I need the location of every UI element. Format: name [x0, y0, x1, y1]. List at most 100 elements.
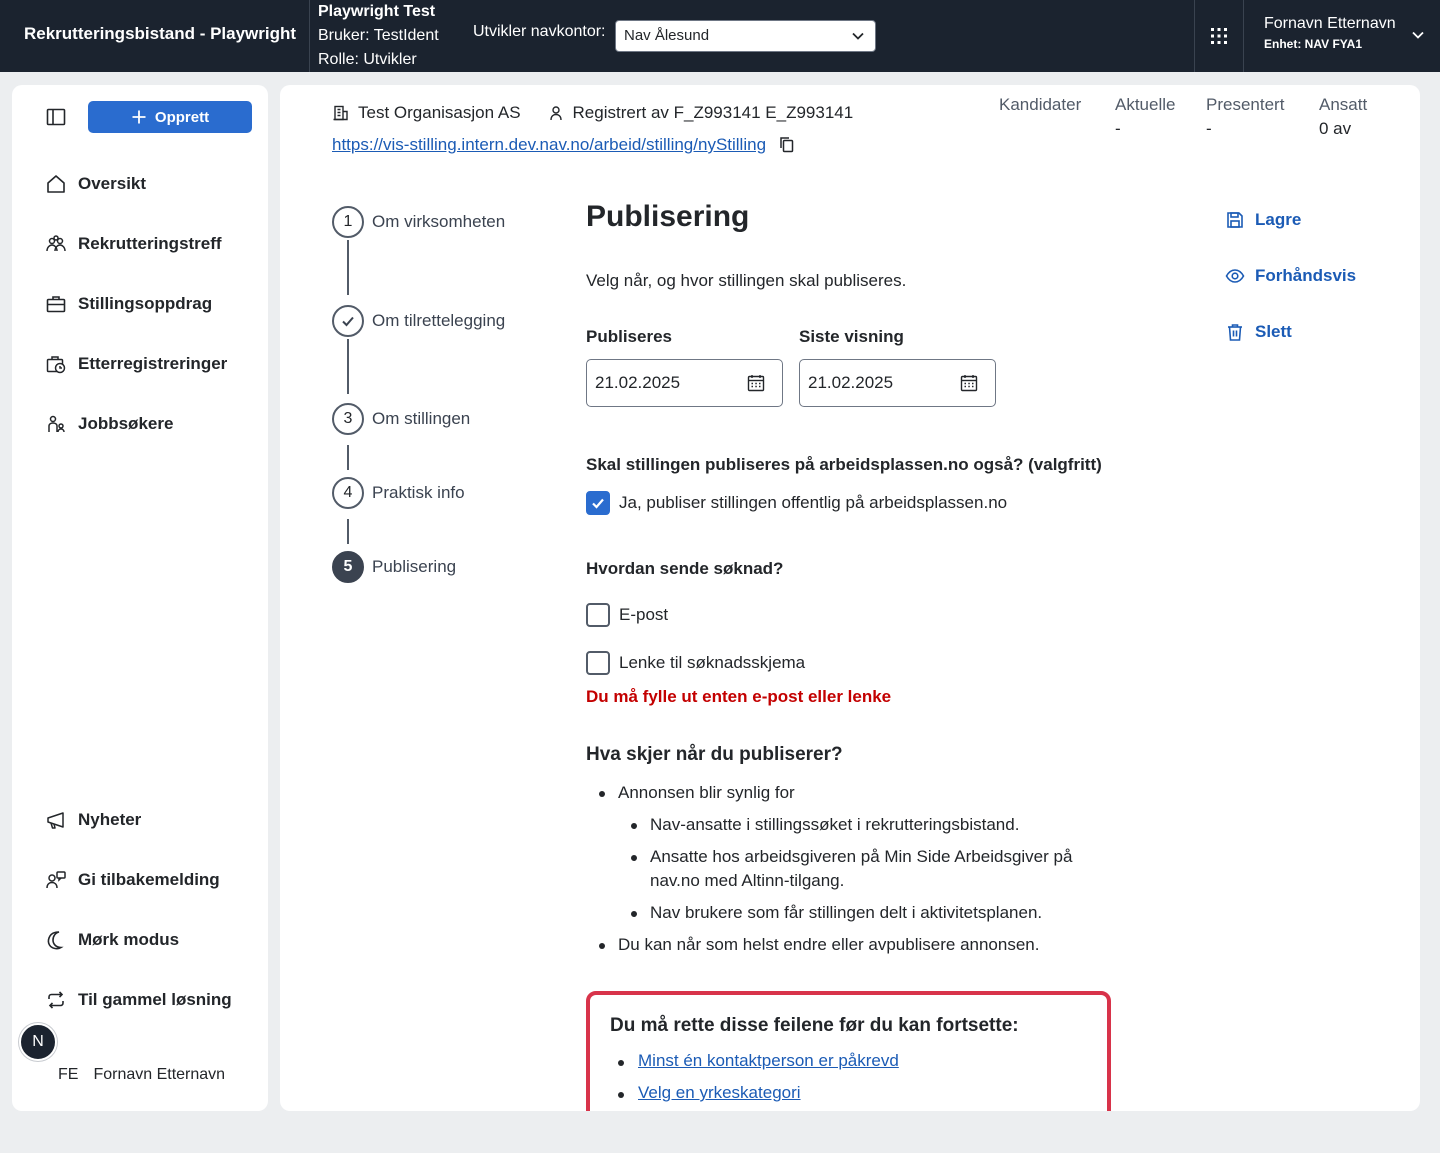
stat-label: Aktuelle	[1115, 95, 1176, 114]
sidebar-user[interactable]: FE Fornavn Etternavn	[58, 1066, 225, 1084]
dev-title: Playwright Test	[318, 3, 436, 20]
sidebar-item-mork-modus[interactable]: Mørk modus	[44, 926, 179, 954]
stat-presentert: Presentert -	[1206, 95, 1284, 139]
apply-email-row[interactable]: E-post	[586, 603, 668, 627]
sidebar-item-rekrutteringstreff[interactable]: Rekrutteringstreff	[44, 230, 222, 258]
sidebar-item-label: Mørk modus	[78, 930, 180, 949]
stilling-meta: Test Organisasjon AS Registrert av F_Z99…	[332, 103, 853, 123]
dev-info: Playwright Test Bruker: TestIdent Rolle:…	[318, 0, 439, 72]
step-publisering[interactable]: 5 Publisering	[332, 551, 456, 583]
sidebar-item-stillingsoppdrag[interactable]: Stillingsoppdrag	[44, 290, 212, 318]
apps-menu-icon[interactable]	[1205, 22, 1233, 50]
sidebar-item-label: Til gammel løsning	[78, 990, 232, 1009]
sidebar-user-name: Fornavn Etternavn	[93, 1066, 226, 1083]
building-icon	[332, 104, 350, 122]
stepper-connector	[347, 240, 349, 295]
step-om-tilrettelegging[interactable]: Om tilrettelegging	[332, 305, 505, 337]
dev-role: Rolle: Utvikler	[318, 51, 417, 68]
sidebar-item-label: Gi tilbakemelding	[78, 870, 220, 889]
stat-kandidater: Kandidater	[999, 95, 1081, 119]
step-label: Om virksomheten	[372, 212, 506, 231]
last-date-value: 21.02.2025	[808, 373, 894, 392]
save-label: Lagre	[1255, 210, 1302, 229]
avatar: FE	[58, 1066, 79, 1083]
sidebar-item-gammel-losning[interactable]: Til gammel løsning	[44, 986, 232, 1014]
public-checkbox-label: Ja, publiser stillingen offentlig på arb…	[619, 493, 1008, 512]
stat-label: Presentert	[1206, 95, 1285, 114]
last-date-label: Siste visning	[799, 327, 904, 346]
step-number: 4	[332, 477, 364, 509]
delete-label: Slett	[1255, 322, 1292, 341]
person-icon	[44, 412, 68, 436]
list-item: Minst én kontaktperson er påkrevd	[610, 1051, 899, 1071]
public-question: Skal stillingen publiseres på arbeidspla…	[586, 455, 1102, 474]
step-label: Publisering	[372, 557, 457, 576]
calendar-icon[interactable]	[746, 373, 766, 393]
eye-icon	[1225, 266, 1245, 286]
create-button[interactable]: Opprett	[88, 101, 252, 133]
user-unit: Enhet: NAV FYA1	[1264, 37, 1363, 51]
error-link[interactable]: Velg en yrkeskategori	[638, 1083, 801, 1102]
user-menu[interactable]: Fornavn Etternavn Enhet: NAV FYA1	[1264, 15, 1396, 51]
stat-label: Ansatt	[1319, 95, 1368, 114]
briefcase-icon	[44, 292, 68, 316]
step-praktisk-info[interactable]: 4 Praktisk info	[332, 477, 465, 509]
megaphone-icon	[44, 808, 68, 832]
info-list: Annonsen blir synlig for Nav-ansatte i s…	[586, 781, 1086, 965]
sidebar-item-jobbsokere[interactable]: Jobbsøkere	[44, 410, 173, 438]
apply-link-row[interactable]: Lenke til søknadsskjema	[586, 651, 805, 675]
sidebar-item-tilbakemelding[interactable]: Gi tilbakemelding	[44, 866, 220, 894]
dev-user: Bruker: TestIdent	[318, 27, 439, 44]
public-checkbox[interactable]	[586, 491, 610, 515]
sidebar-item-etterregistreringer[interactable]: Etterregistreringer	[44, 350, 227, 378]
step-number: 1	[332, 206, 364, 238]
stat-label: Kandidater	[999, 95, 1082, 114]
page-title: Publisering	[586, 200, 750, 233]
stat-value: -	[1206, 119, 1212, 138]
organization-name: Test Organisasjon AS	[358, 103, 521, 122]
people-icon	[44, 232, 68, 256]
sidebar-toggle-icon[interactable]	[44, 105, 68, 129]
stat-value: -	[1115, 119, 1121, 138]
step-om-stillingen[interactable]: 3 Om stillingen	[332, 403, 470, 435]
plus-icon	[131, 109, 147, 125]
last-date-input[interactable]: 21.02.2025	[799, 359, 996, 407]
chevron-down-icon[interactable]	[1411, 28, 1425, 42]
save-button[interactable]: Lagre	[1225, 210, 1301, 230]
sidebar-item-label: Etterregistreringer	[78, 354, 228, 373]
briefcase-clock-icon	[44, 352, 68, 376]
preview-button[interactable]: Forhåndsvis	[1225, 266, 1356, 286]
person-icon	[547, 104, 565, 122]
sidebar-item-nyheter[interactable]: Nyheter	[44, 806, 141, 834]
floppy-disk-icon	[1225, 210, 1245, 230]
notification-badge[interactable]: N	[19, 1023, 57, 1061]
publish-date-input[interactable]: 21.02.2025	[586, 359, 783, 407]
list-item-text: Annonsen blir synlig for	[618, 783, 795, 802]
apply-email-checkbox[interactable]	[586, 603, 610, 627]
delete-button[interactable]: Slett	[1225, 322, 1292, 342]
stilling-url-link[interactable]: https://vis-stilling.intern.dev.nav.no/a…	[332, 135, 766, 155]
apply-link-checkbox[interactable]	[586, 651, 610, 675]
app-title[interactable]: Rekrutteringsbistand - Playwright	[24, 24, 296, 44]
sidebar-item-label: Nyheter	[78, 810, 142, 829]
step-number: 5	[332, 551, 364, 583]
calendar-icon[interactable]	[959, 373, 979, 393]
copy-icon[interactable]	[778, 135, 796, 155]
sidebar-item-label: Rekrutteringstreff	[78, 234, 222, 253]
stilling-link-row: https://vis-stilling.intern.dev.nav.no/a…	[332, 135, 796, 155]
create-label: Opprett	[154, 108, 210, 126]
error-link[interactable]: Minst én kontaktperson er påkrevd	[638, 1051, 899, 1070]
divider	[1243, 0, 1244, 72]
trash-icon	[1225, 322, 1245, 342]
preview-label: Forhåndsvis	[1255, 266, 1357, 285]
step-om-virksomheten[interactable]: 1 Om virksomheten	[332, 206, 505, 238]
sidebar-item-oversikt[interactable]: Oversikt	[44, 170, 146, 198]
user-name: Fornavn Etternavn	[1264, 15, 1396, 32]
moon-icon	[44, 928, 68, 952]
step-number: 3	[332, 403, 364, 435]
navkontor-select[interactable]: Nav Ålesund	[615, 20, 876, 52]
stat-ansatt: Ansatt 0 av	[1319, 95, 1367, 139]
public-checkbox-row[interactable]: Ja, publiser stillingen offentlig på arb…	[586, 491, 1007, 515]
apply-question: Hvordan sende søknad?	[586, 559, 784, 578]
step-label: Praktisk info	[372, 483, 465, 502]
